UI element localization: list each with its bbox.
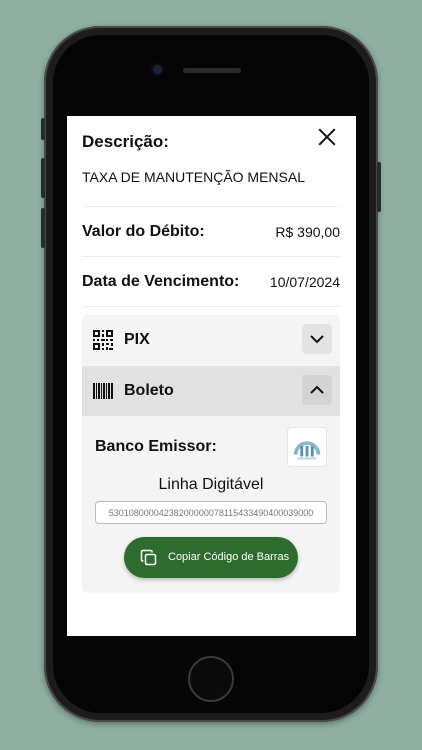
barcode-icon bbox=[93, 383, 113, 399]
home-button[interactable] bbox=[188, 656, 234, 702]
bank-issuer-label: Banco Emissor: bbox=[95, 438, 217, 455]
description-label: Descrição: bbox=[82, 132, 169, 151]
copy-icon bbox=[140, 549, 157, 566]
boleto-label: Boleto bbox=[124, 382, 174, 399]
chevron-down-icon[interactable] bbox=[302, 324, 332, 354]
divider bbox=[82, 206, 341, 207]
phone-volume-down bbox=[41, 208, 45, 248]
pix-accordion-header[interactable]: PIX bbox=[82, 315, 340, 365]
linha-digitavel-label: Linha Digitável bbox=[158, 476, 264, 493]
divider bbox=[82, 306, 341, 307]
due-date-value: 10/07/2024 bbox=[269, 274, 340, 290]
copy-button-label: Copiar Código de Barras bbox=[168, 551, 290, 563]
phone-mute-switch bbox=[41, 118, 45, 140]
bank-logo bbox=[287, 427, 327, 467]
due-date-label: Data de Vencimento: bbox=[82, 273, 240, 290]
pix-label: PIX bbox=[124, 331, 150, 348]
payment-accordion: PIX Boleto Banco Emissor: Linha Digitáve… bbox=[82, 315, 340, 593]
description-value: TAXA DE MANUTENÇÃO MENSAL bbox=[82, 169, 306, 185]
phone-volume-up bbox=[41, 158, 45, 198]
qr-code-icon bbox=[93, 330, 113, 350]
chevron-up-icon[interactable] bbox=[302, 375, 332, 405]
amount-value: R$ 390,00 bbox=[275, 224, 340, 240]
front-camera bbox=[153, 65, 162, 74]
earpiece-speaker bbox=[183, 68, 241, 73]
linha-digitavel-field[interactable] bbox=[95, 501, 327, 524]
phone-power-button bbox=[377, 162, 381, 212]
divider bbox=[82, 256, 341, 257]
copy-barcode-button[interactable]: Copiar Código de Barras bbox=[124, 537, 298, 578]
screen: Descrição: TAXA DE MANUTENÇÃO MENSAL Val… bbox=[67, 116, 356, 636]
close-icon[interactable] bbox=[316, 126, 338, 148]
boleto-accordion-header[interactable]: Boleto bbox=[82, 366, 340, 416]
amount-label: Valor do Débito: bbox=[82, 223, 205, 240]
